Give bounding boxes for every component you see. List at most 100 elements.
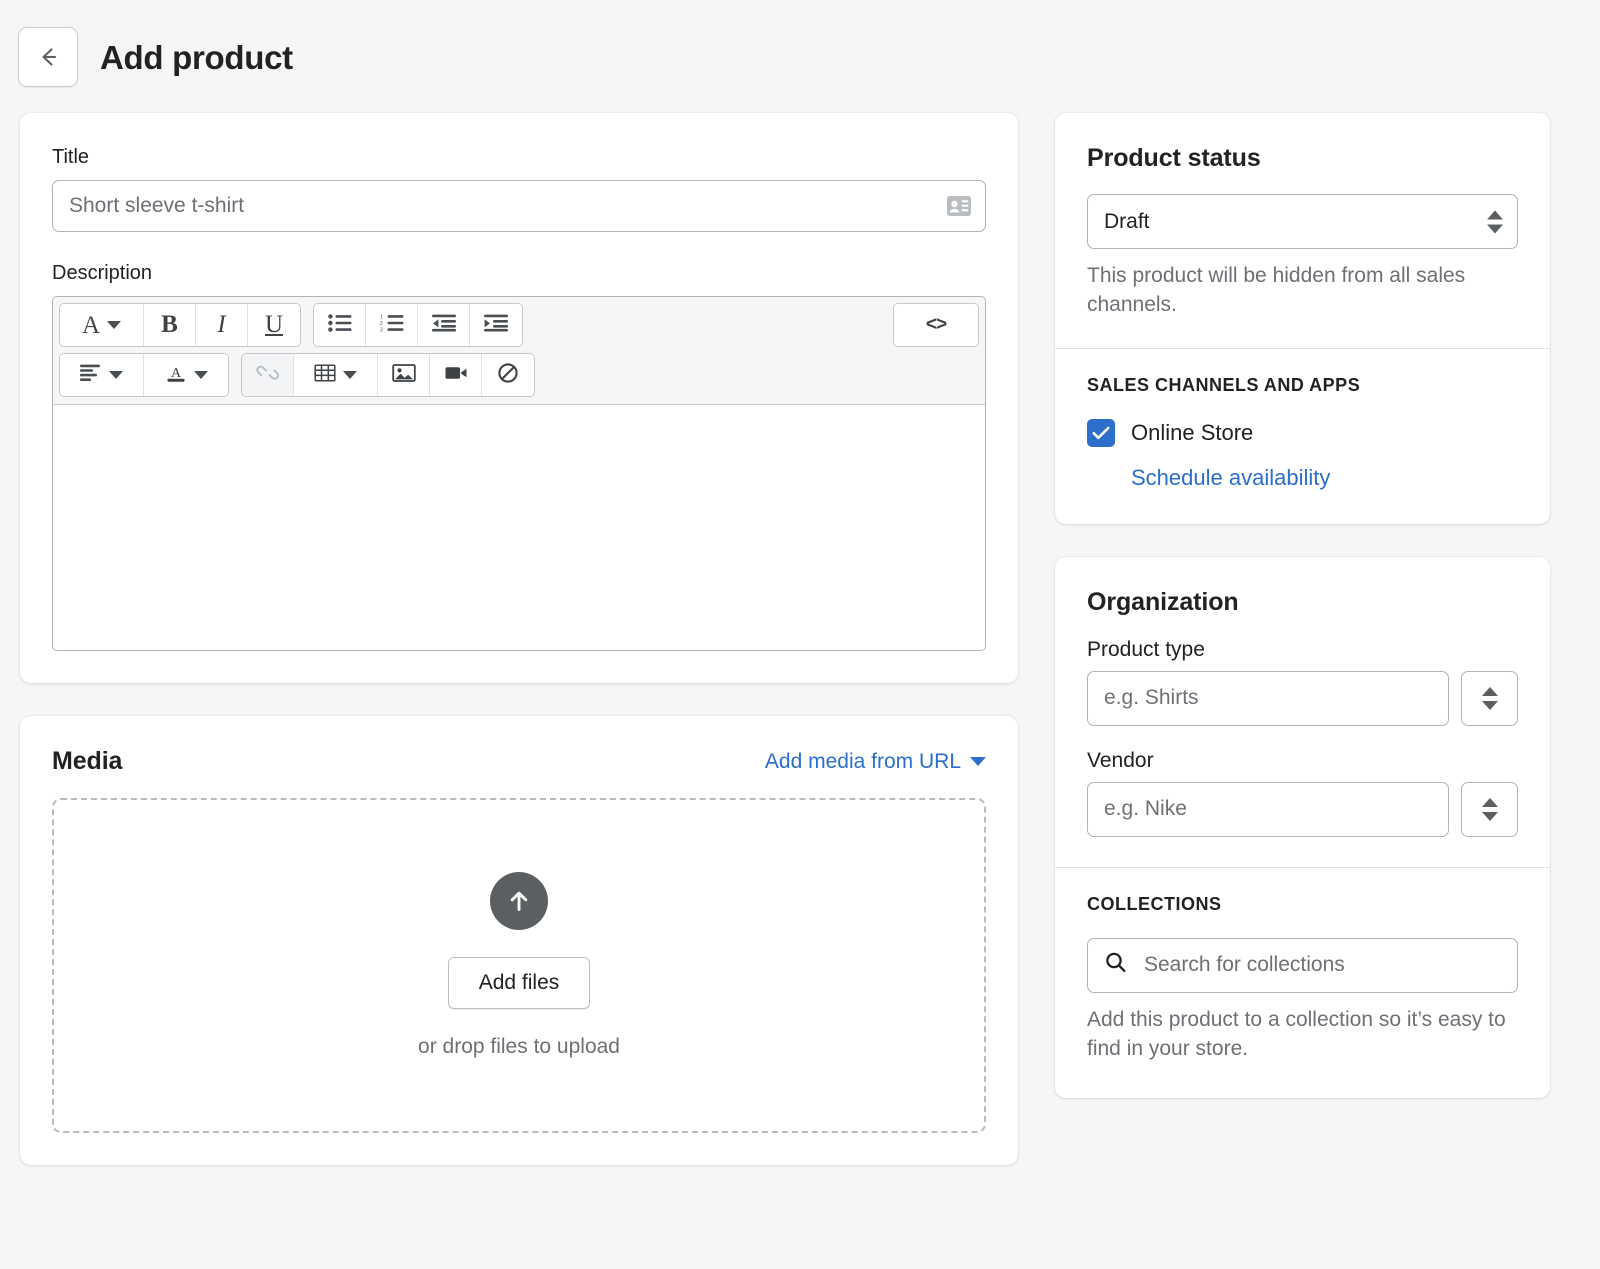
product-status-value: Draft	[1104, 210, 1150, 234]
title-label: Title	[52, 144, 986, 171]
link-icon	[256, 363, 280, 387]
collections-heading: COLLECTIONS	[1087, 894, 1518, 915]
arrow-down-icon	[1482, 701, 1498, 710]
vendor-input[interactable]	[1087, 782, 1449, 837]
table-icon	[314, 363, 336, 387]
image-icon	[392, 363, 416, 387]
online-store-checkbox[interactable]	[1087, 419, 1115, 447]
code-brackets-icon: <>	[926, 314, 946, 336]
underline-button[interactable]: U	[248, 304, 300, 346]
product-type-label: Product type	[1087, 638, 1518, 662]
insert-image-button[interactable]	[378, 354, 430, 396]
media-dropzone[interactable]: Add files or drop files to upload	[52, 798, 986, 1133]
schedule-availability-link[interactable]: Schedule availability	[1131, 465, 1330, 491]
add-product-page: Add product Title	[0, 0, 1600, 1269]
svg-text:3: 3	[380, 328, 383, 332]
insert-table-dropdown[interactable]	[294, 354, 378, 396]
arrow-down-icon	[1482, 812, 1498, 821]
upload-arrow-icon	[490, 872, 548, 930]
arrow-up-icon	[1482, 687, 1498, 696]
collections-search-wrap	[1087, 938, 1518, 993]
arrow-left-icon	[35, 44, 61, 70]
svg-text:A: A	[170, 366, 181, 381]
italic-icon: I	[217, 311, 225, 339]
organization-card: Organization Product type Vendor	[1055, 557, 1550, 1098]
bold-icon: B	[161, 311, 178, 339]
insert-group	[241, 353, 535, 397]
editor-toolbar-row-1: A B I	[59, 303, 979, 347]
text-color-dropdown[interactable]: A	[144, 354, 228, 396]
product-status-select[interactable]: Draft	[1087, 194, 1518, 249]
chevron-down-icon	[109, 371, 123, 379]
arrow-up-icon	[1482, 798, 1498, 807]
bold-button[interactable]: B	[144, 304, 196, 346]
numbered-list-icon: 1 2 3	[380, 314, 404, 336]
media-card: Media Add media from URL	[20, 716, 1018, 1165]
outdent-icon	[432, 314, 456, 336]
font-family-dropdown[interactable]: A	[60, 304, 144, 346]
product-details-card: Title	[20, 113, 1018, 683]
editor-toolbar-row-2: A	[59, 353, 979, 397]
collections-help: Add this product to a collection so it’s…	[1087, 1006, 1518, 1064]
description-label: Description	[52, 260, 986, 287]
product-type-row	[1087, 671, 1518, 726]
chevron-down-icon	[343, 371, 357, 379]
title-input-wrap	[52, 180, 986, 232]
indent-icon	[484, 314, 508, 336]
organization-title: Organization	[1087, 588, 1518, 617]
media-title: Media	[52, 747, 122, 776]
add-files-button[interactable]: Add files	[448, 957, 591, 1009]
font-group: A B I	[59, 303, 301, 347]
insert-video-button[interactable]	[430, 354, 482, 396]
numbered-list-button[interactable]: 1 2 3	[366, 304, 418, 346]
chevron-down-icon	[107, 321, 121, 329]
main-column: Title	[20, 113, 1018, 1165]
product-status-title: Product status	[1087, 144, 1518, 173]
page-title: Add product	[100, 41, 293, 74]
add-media-from-url-label: Add media from URL	[765, 750, 961, 774]
drop-files-hint: or drop files to upload	[418, 1035, 620, 1059]
sales-channels-heading: SALES CHANNELS AND APPS	[1087, 375, 1518, 396]
no-format-icon	[497, 362, 519, 388]
outdent-button[interactable]	[418, 304, 470, 346]
svg-text:1: 1	[380, 314, 383, 320]
vendor-label: Vendor	[1087, 749, 1518, 773]
clear-formatting-button[interactable]	[482, 354, 534, 396]
product-type-stepper[interactable]	[1461, 671, 1518, 726]
online-store-label: Online Store	[1131, 420, 1253, 446]
product-status-card: Product status Draft This product will b…	[1055, 113, 1550, 524]
align-left-icon	[80, 364, 102, 386]
insert-link-button	[242, 354, 294, 396]
code-view-button[interactable]: <>	[894, 304, 978, 346]
text-color-icon: A	[165, 363, 187, 387]
svg-text:2: 2	[380, 321, 383, 327]
font-letter-icon: A	[82, 313, 100, 338]
description-textarea[interactable]	[53, 405, 985, 650]
chevron-down-icon	[194, 371, 208, 379]
video-icon	[444, 363, 468, 387]
page-header: Add product	[0, 0, 1600, 96]
indent-button[interactable]	[470, 304, 522, 346]
code-group: <>	[893, 303, 979, 347]
bullet-list-icon	[328, 314, 352, 336]
vendor-stepper[interactable]	[1461, 782, 1518, 837]
title-input[interactable]	[52, 180, 986, 232]
bulleted-list-button[interactable]	[314, 304, 366, 346]
add-media-from-url-link[interactable]: Add media from URL	[765, 750, 986, 774]
sales-channel-online-store[interactable]: Online Store	[1087, 419, 1518, 447]
back-button[interactable]	[18, 27, 78, 87]
product-status-select-wrap: Draft	[1087, 194, 1518, 249]
italic-button[interactable]: I	[196, 304, 248, 346]
page-columns: Title	[0, 113, 1600, 1165]
media-header: Media Add media from URL	[52, 747, 986, 776]
align-color-group: A	[59, 353, 229, 397]
collections-search-input[interactable]	[1087, 938, 1518, 993]
text-align-dropdown[interactable]	[60, 354, 144, 396]
sidebar-column: Product status Draft This product will b…	[1055, 113, 1550, 1165]
description-editor: A B I	[52, 296, 986, 651]
product-type-input[interactable]	[1087, 671, 1449, 726]
editor-toolbar: A B I	[53, 297, 985, 405]
underline-icon: U	[265, 311, 283, 339]
product-status-help: This product will be hidden from all sal…	[1087, 262, 1518, 320]
vendor-row	[1087, 782, 1518, 837]
